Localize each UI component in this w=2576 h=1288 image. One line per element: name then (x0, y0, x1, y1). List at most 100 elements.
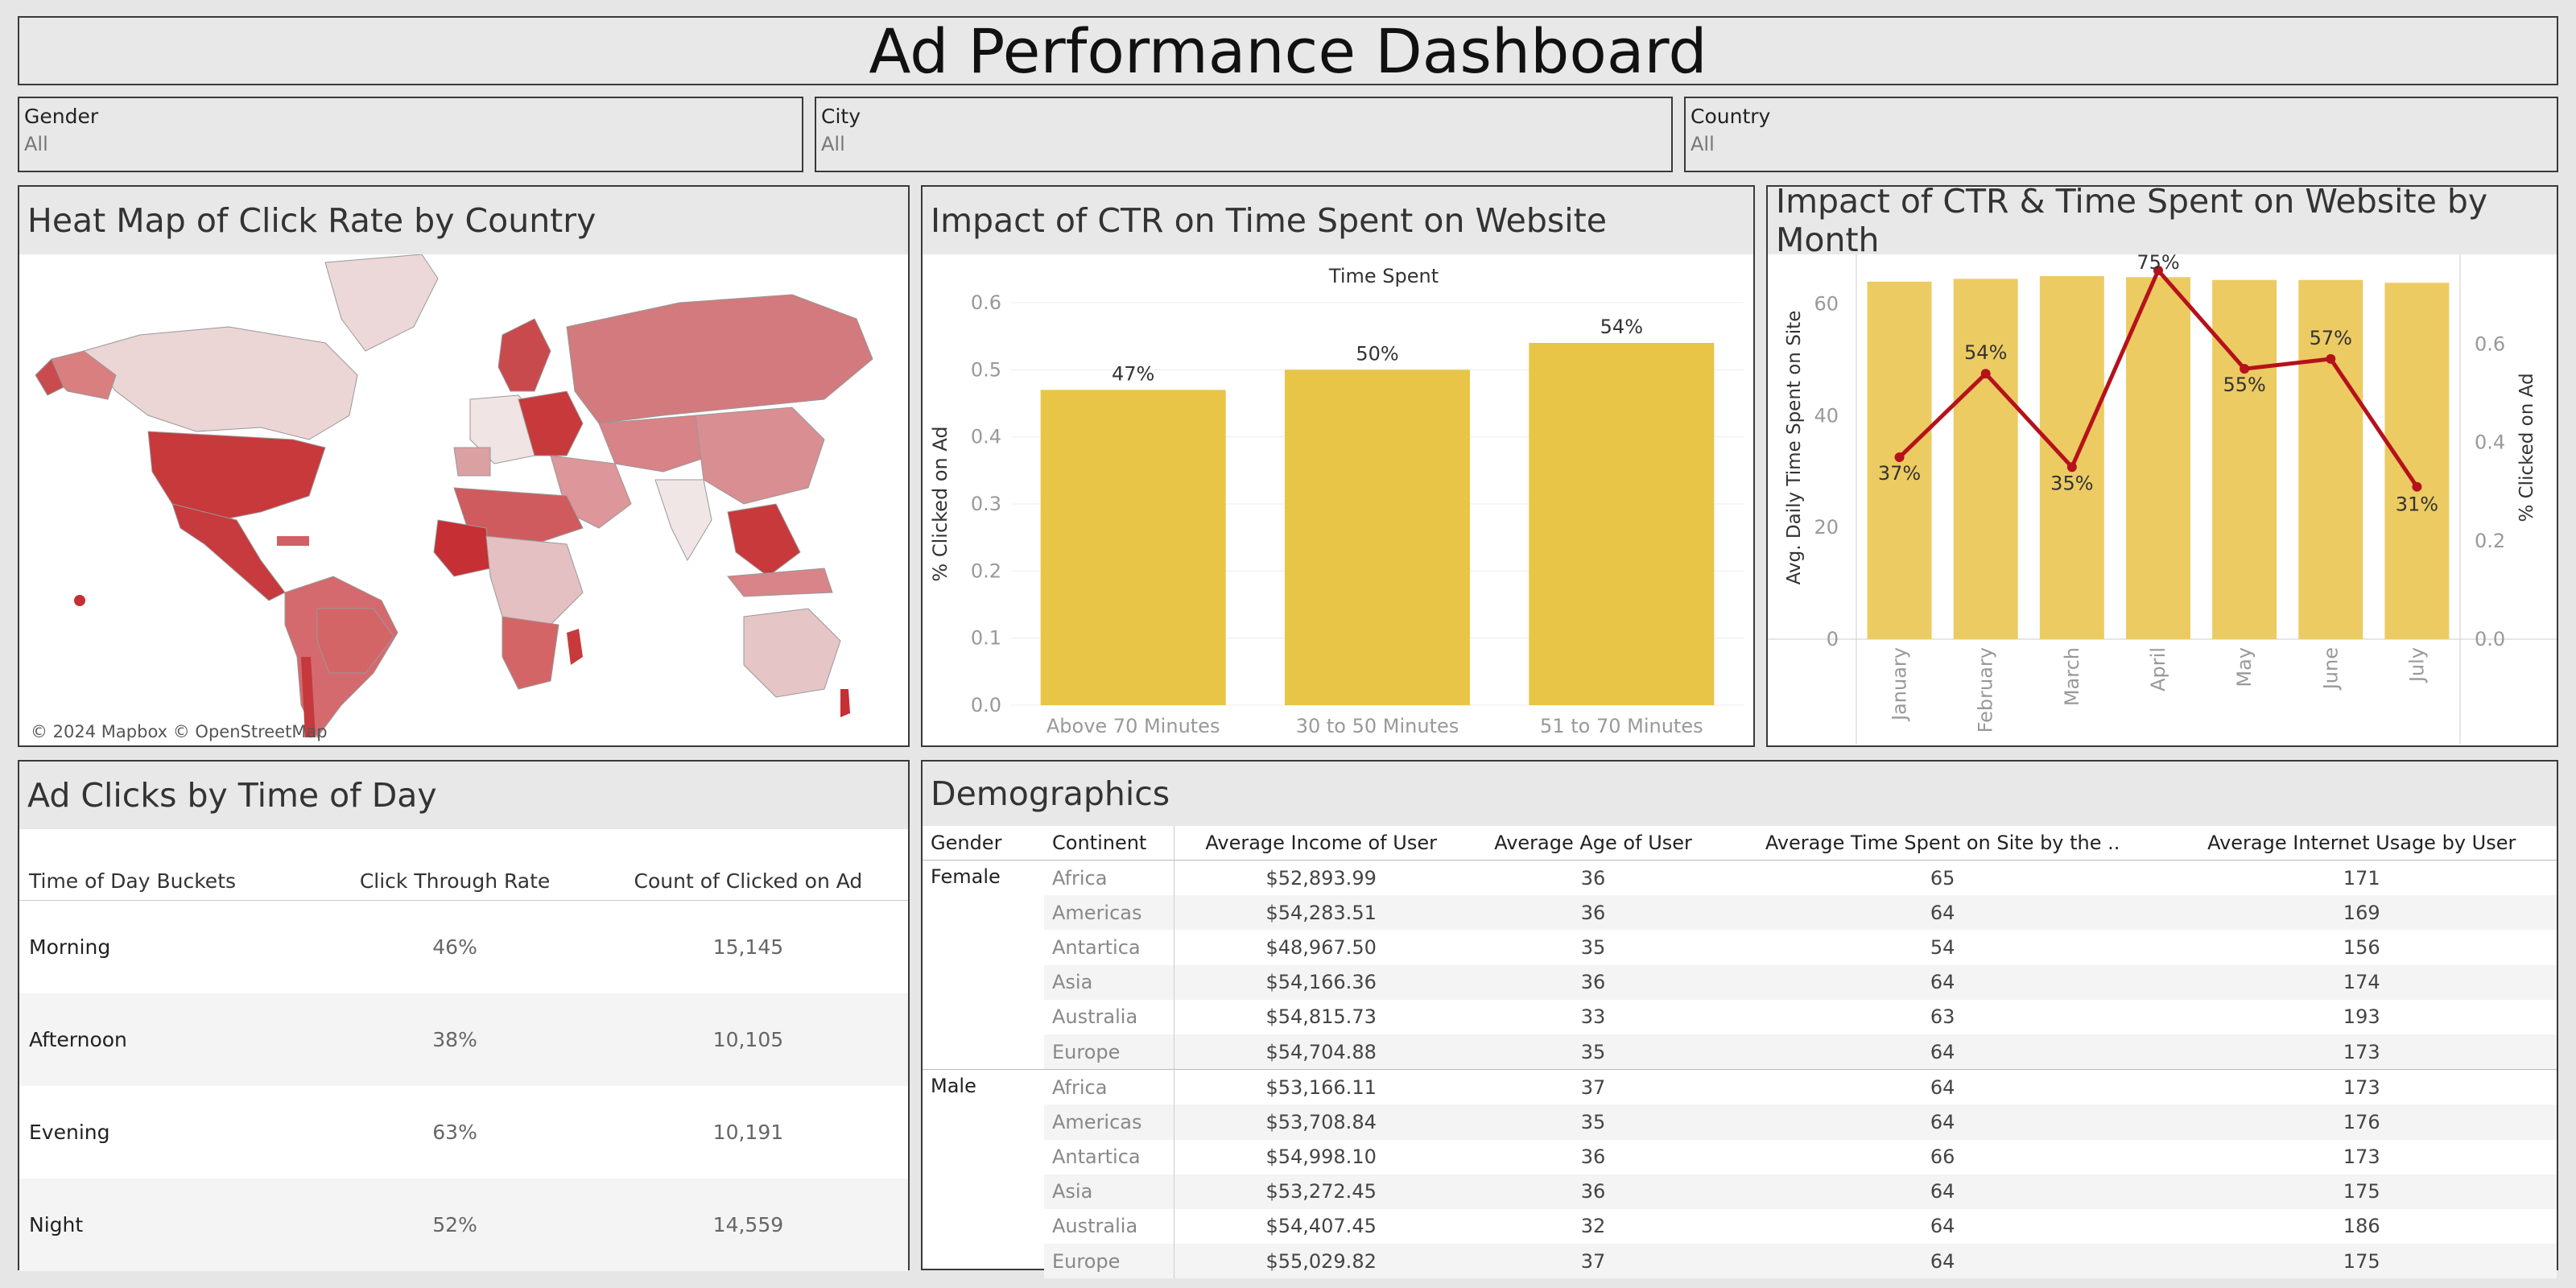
demo-age-cell: 37 (1468, 1244, 1719, 1279)
month-ctr-label: 55% (2223, 374, 2265, 396)
ctr-y-tick: 0.3 (971, 493, 1001, 515)
demo-age-cell: 33 (1580, 1005, 1606, 1029)
demo-continent-cell: Africa (1044, 1069, 1174, 1105)
month-bar[interactable] (2384, 283, 2450, 639)
month-y-left-tick: 20 (1814, 516, 1839, 539)
tod-panel-title: Ad Clicks by Time of Day (19, 762, 908, 829)
tod-bucket-cell: Evening (29, 1121, 110, 1144)
ctr-bar[interactable] (1285, 369, 1470, 705)
month-ctr-point[interactable] (2066, 462, 2077, 473)
demo-time-cell: 64 (1930, 1215, 1955, 1238)
month-bar[interactable] (2212, 279, 2277, 639)
demo-time-cell: 64 (1718, 1174, 2167, 1209)
demo-time-cell: 64 (1718, 1244, 2167, 1279)
map-region-southern-africa (502, 616, 559, 690)
world-heat-map[interactable]: © 2024 Mapbox © OpenStreetMap (19, 254, 908, 745)
map-region-australia (743, 608, 841, 698)
map-region-mexico (171, 503, 286, 601)
month-ctr-point[interactable] (1894, 452, 1905, 463)
map-region-china (695, 407, 825, 505)
month-ctr-point[interactable] (2240, 364, 2250, 374)
demo-internet-cell: 176 (2166, 1104, 2557, 1140)
demo-row: Male Africa $53,166.11 37 64 173 (923, 1069, 2557, 1279)
month-y-left-tick: 0 (1827, 628, 1839, 650)
demo-internet-cell: 186 (2343, 1215, 2380, 1238)
month-bar[interactable] (1953, 279, 2018, 639)
ctr-bar[interactable] (1529, 343, 1715, 705)
filter-country-value[interactable]: All (1690, 133, 2552, 155)
demo-time-cell: 66 (1930, 1146, 1955, 1169)
ctr-bar[interactable] (1040, 390, 1226, 705)
demo-income-cell: $54,407.45 (1265, 1215, 1377, 1238)
demo-age-cell: 36 (1468, 964, 1719, 1000)
demo-income-cell: $54,704.88 (1174, 1034, 1468, 1070)
tod-header-count: Count of Clicked on Ad (588, 861, 908, 901)
demo-age-cell: 32 (1580, 1215, 1606, 1238)
filter-city-label: City (821, 105, 861, 128)
month-x-tick: January (1889, 647, 1911, 722)
demo-income-cell: $48,967.50 (1265, 935, 1377, 959)
demo-row: Antartica $54,998.10 36 66 173 (923, 1139, 2557, 1174)
month-bar[interactable] (2126, 277, 2190, 639)
ctr-time-panel: Impact of CTR on Time Spent on Website T… (921, 185, 1755, 747)
month-bar[interactable] (2039, 275, 2104, 639)
demo-row: Asia $53,272.45 36 64 175 (923, 1174, 2557, 1209)
map-region-madagascar (567, 629, 583, 665)
filter-gender-value[interactable]: All (24, 133, 797, 155)
ctr-y-tick: 0.5 (971, 358, 1001, 381)
tod-row: Morning 46% 15,145 (19, 901, 908, 994)
tod-ctr-cell: 52% (321, 1179, 588, 1271)
demo-header-income: Average Income of User (1174, 826, 1468, 861)
demographics-panel: Demographics Gender Continent Average In… (921, 760, 2558, 1279)
month-ctr-label: 57% (2310, 327, 2352, 349)
demo-time-cell: 64 (1718, 895, 2167, 931)
demo-gender-cell: Female (931, 865, 1001, 888)
demo-time-cell: 65 (1930, 866, 1955, 890)
demo-income-cell: $54,998.10 (1265, 1146, 1377, 1169)
map-region-southeast-asia (727, 503, 801, 577)
month-x-tick: May (2233, 647, 2256, 687)
demo-continent-cell: Americas (1044, 1104, 1174, 1140)
map-region-canada (83, 326, 358, 440)
month-y-left-label: Avg. Daily Time Spent on Site (1784, 311, 1805, 585)
filter-gender[interactable]: Gender All (18, 97, 803, 172)
demo-income-cell: $53,166.11 (1174, 1069, 1468, 1105)
tod-ctr-cell: 46% (432, 935, 477, 959)
demo-continent-cell: Europe (1044, 1244, 1174, 1279)
month-y-right-tick: 0.0 (2475, 628, 2505, 650)
demo-continent-cell: Australia (1044, 999, 1174, 1034)
demo-age-cell: 36 (1580, 866, 1606, 890)
month-y-right-tick: 0.6 (2475, 333, 2505, 356)
month-ctr-point[interactable] (1980, 369, 1991, 379)
demo-time-cell: 63 (1930, 1005, 1955, 1029)
ctr-y-tick: 0.1 (971, 627, 1001, 650)
demo-internet-cell: 173 (2166, 1069, 2557, 1105)
demo-continent-cell: Africa (1044, 860, 1174, 896)
month-ctr-point[interactable] (2326, 353, 2336, 364)
demo-time-cell: 64 (1718, 964, 2167, 1000)
demo-age-cell: 37 (1468, 1069, 1719, 1105)
filter-city[interactable]: City All (815, 97, 1673, 172)
demo-time-cell: 64 (1718, 1034, 2167, 1070)
demo-age-cell: 36 (1580, 1146, 1606, 1169)
demo-age-cell: 35 (1468, 1104, 1719, 1140)
demo-income-cell: $55,029.82 (1174, 1244, 1468, 1279)
map-region-central-asia (598, 415, 712, 473)
demo-row: Australia $54,815.73 33 63 193 (923, 999, 2557, 1034)
filter-city-value[interactable]: All (821, 133, 1666, 155)
filter-gender-label: Gender (24, 105, 99, 128)
demo-internet-cell: 171 (2343, 866, 2380, 890)
demo-panel-title: Demographics (923, 762, 2557, 826)
demo-continent-cell: Antartica (1044, 1139, 1174, 1174)
map-region-caribbean (277, 536, 309, 546)
ctr-x-tick: Above 70 Minutes (1046, 715, 1220, 737)
demo-age-cell: 36 (1468, 895, 1719, 931)
tod-ctr-cell: 63% (432, 1121, 477, 1144)
month-y-right-label: % Clicked on Ad (2516, 373, 2537, 522)
map-panel: Heat Map of Click Rate by Country © 2024… (18, 185, 910, 747)
demo-income-cell: $53,708.84 (1174, 1104, 1468, 1140)
month-ctr-point[interactable] (2412, 481, 2422, 492)
filter-country[interactable]: Country All (1684, 97, 2558, 172)
month-y-left-tick: 40 (1814, 404, 1839, 427)
ctr-y-tick: 0.2 (971, 559, 1001, 582)
